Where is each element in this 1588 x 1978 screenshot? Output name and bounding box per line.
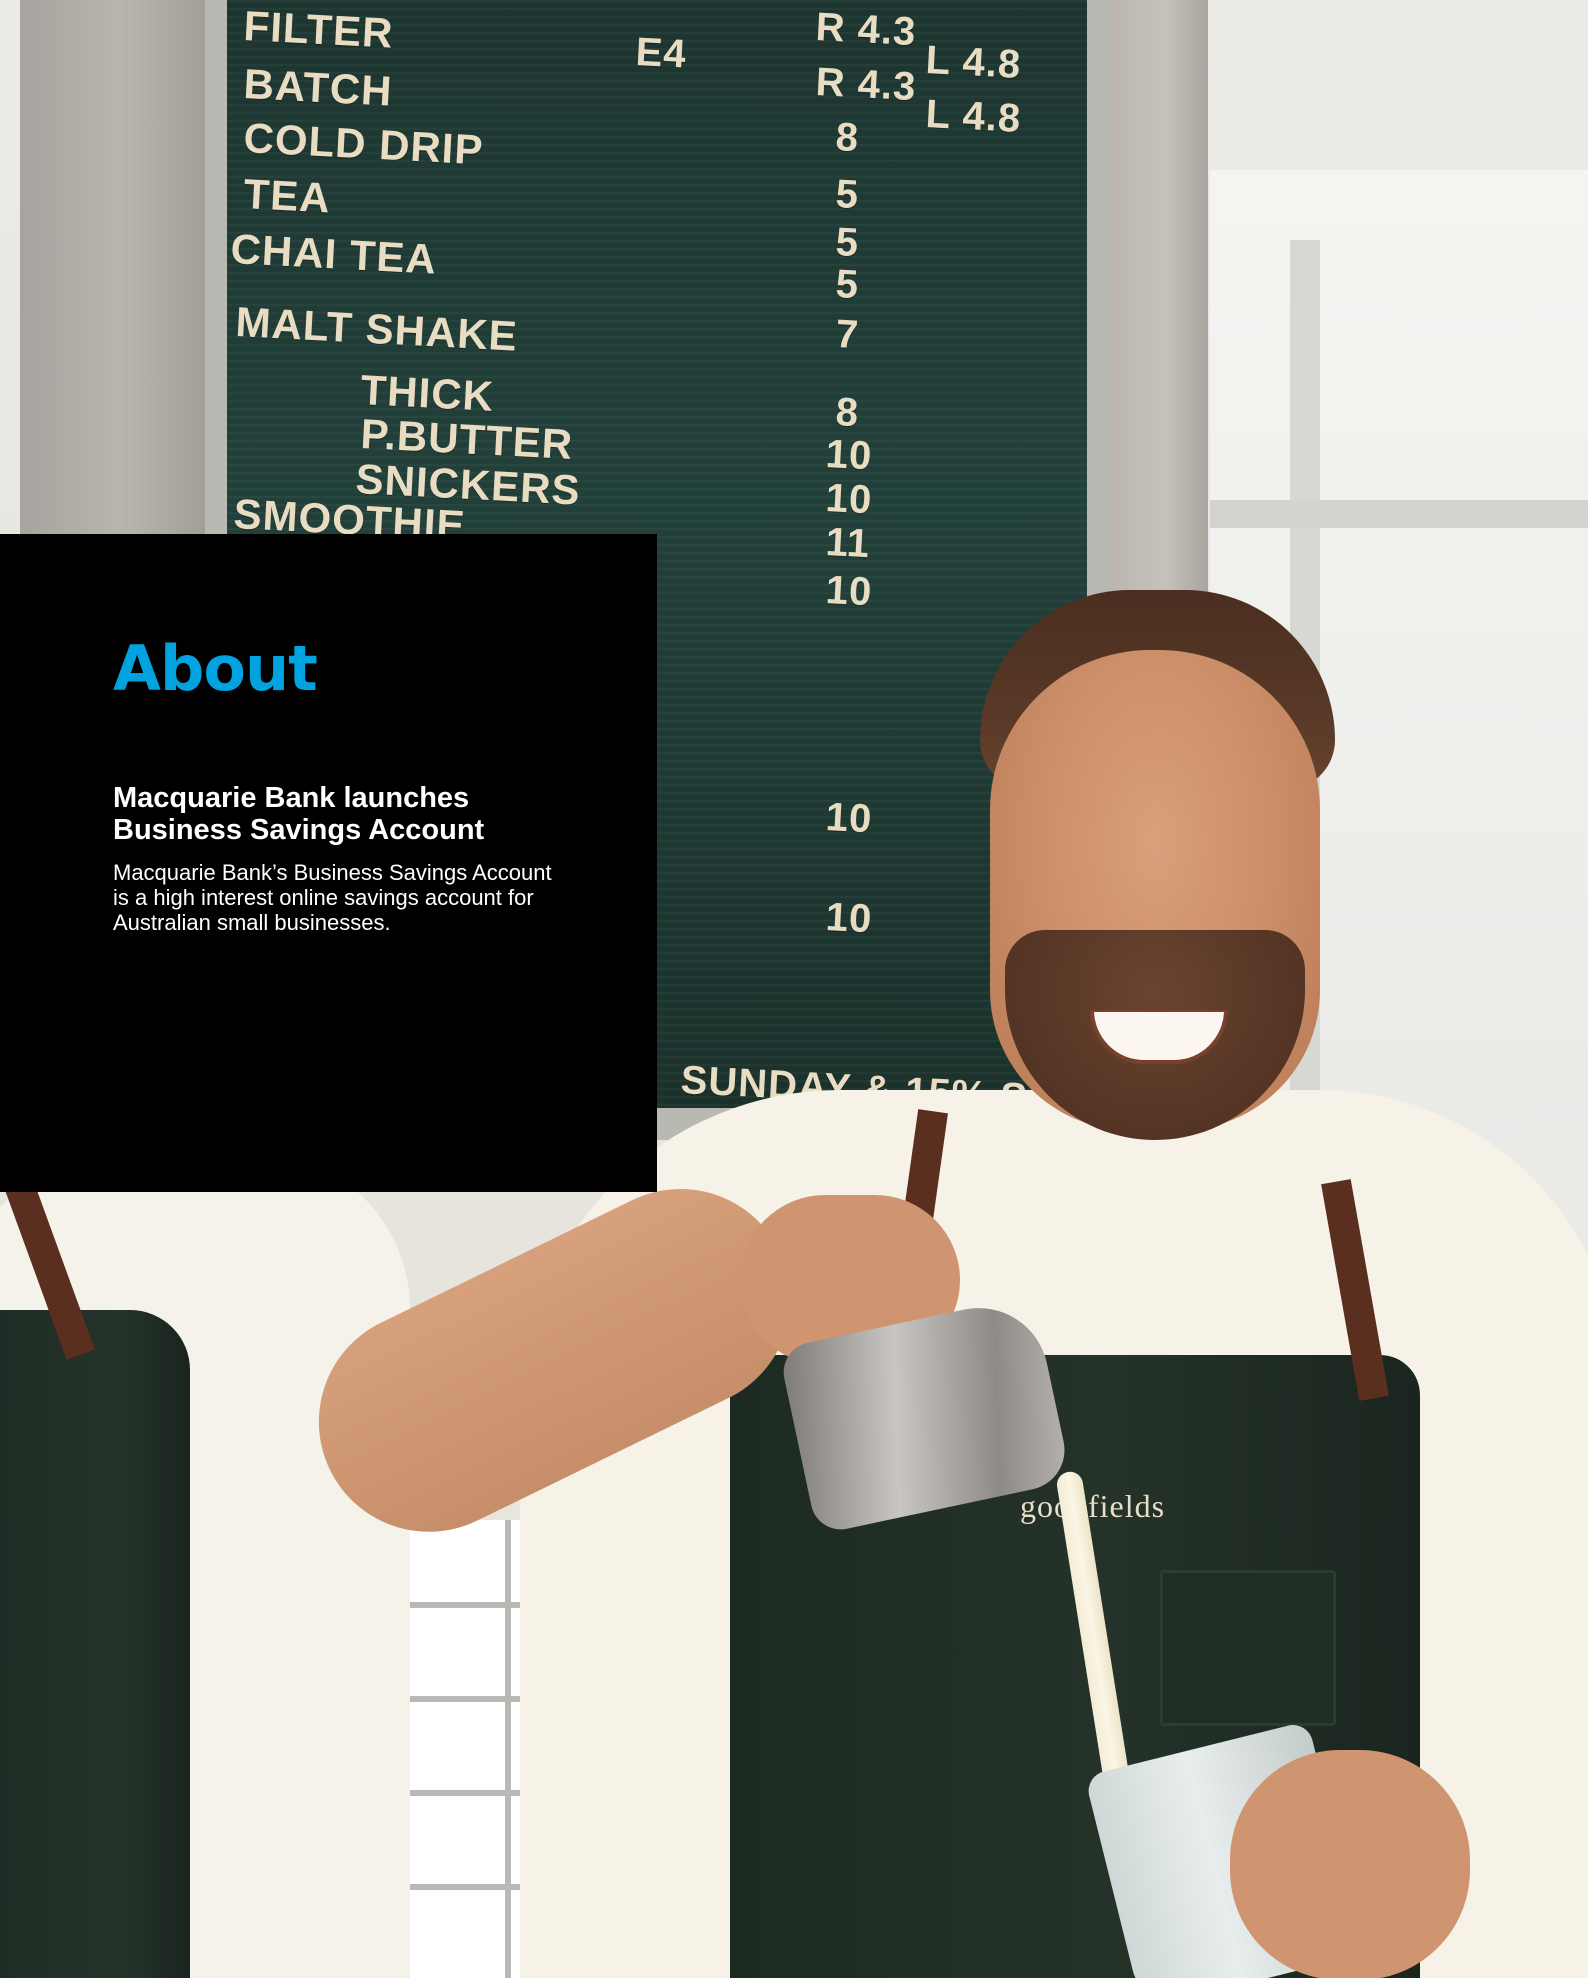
barista-hand-cup xyxy=(1230,1750,1470,1978)
section-title: About xyxy=(113,632,318,705)
menu-price-batch-large: L 4.8 xyxy=(924,92,1023,141)
story-body: Macquarie Bank’s Business Savings Accoun… xyxy=(113,859,552,935)
barista-left-apron xyxy=(0,1310,190,1978)
menu-price-thick: 8 xyxy=(834,390,861,436)
story-headline: Macquarie Bank launches Business Savings… xyxy=(113,782,485,847)
menu-price-item-b: 10 xyxy=(824,795,874,842)
menu-price-chai-2: 5 xyxy=(834,262,861,308)
menu-price-filter-regular: R 4.3 xyxy=(814,5,918,55)
menu-price-cold-drip: 8 xyxy=(834,115,861,161)
menu-item-cold-drip: COLD DRIP xyxy=(242,114,485,174)
menu-item-malt-shake: MALT SHAKE xyxy=(234,298,519,360)
about-panel: About Macquarie Bank launches Business S… xyxy=(0,534,657,1192)
apron-pocket xyxy=(1160,1570,1336,1726)
menu-label-e4: E4 xyxy=(634,30,688,77)
concrete-pillar-right xyxy=(1098,0,1208,640)
menu-price-tea: 5 xyxy=(834,172,861,218)
menu-price-malt-shake: 7 xyxy=(834,312,861,358)
menu-price-chai-1: 5 xyxy=(834,220,861,266)
menu-price-snickers: 10 xyxy=(824,476,874,523)
apron-logo-text: goodfields xyxy=(1020,1488,1166,1524)
menu-item-filter: FILTER xyxy=(242,2,395,57)
menu-price-smoothie: 11 xyxy=(824,520,872,567)
page: FILTER E4 R 4.3 L 4.8 BATCH R 4.3 L 4.8 … xyxy=(0,0,1588,1978)
menu-price-item-a: 10 xyxy=(824,568,874,615)
menu-item-tea: TEA xyxy=(242,170,332,222)
menu-item-chai-tea: CHAI TEA xyxy=(229,225,439,283)
menu-price-pbutter: 10 xyxy=(824,432,874,479)
menu-price-filter-large: L 4.8 xyxy=(924,38,1023,87)
menu-price-batch-regular: R 4.3 xyxy=(814,60,918,110)
menu-price-item-c: 10 xyxy=(824,895,874,942)
menu-item-batch: BATCH xyxy=(242,60,394,115)
